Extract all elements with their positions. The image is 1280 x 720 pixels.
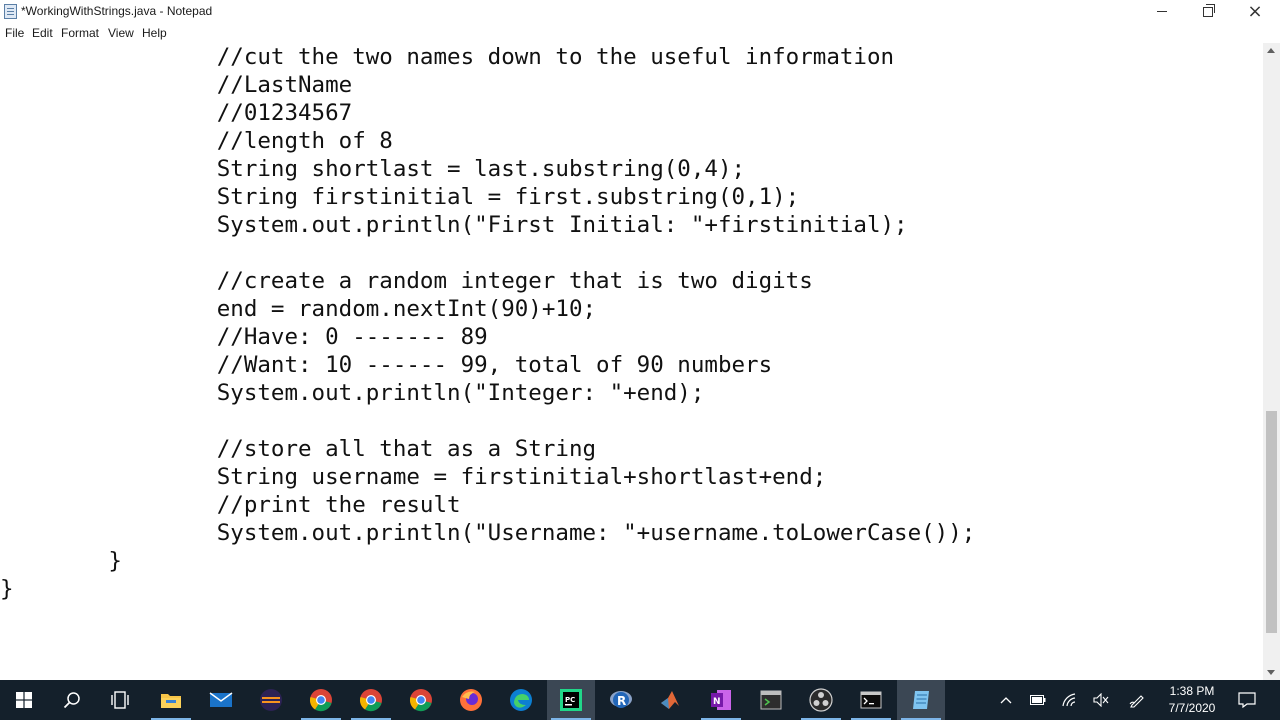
code-line: //create a random integer that is two di…: [0, 268, 813, 294]
scroll-up-arrow-icon[interactable]: [1267, 48, 1275, 53]
svg-text:PC: PC: [565, 696, 575, 704]
scroll-down-arrow-icon[interactable]: [1267, 670, 1275, 675]
network-status[interactable]: [1056, 680, 1084, 720]
start-button[interactable]: [0, 680, 48, 720]
obs-icon: [809, 688, 833, 712]
wifi-icon: [1062, 693, 1076, 707]
minimize-icon: [1157, 11, 1167, 12]
text-editor[interactable]: //cut the two names down to the useful i…: [0, 43, 1263, 680]
code-line: String shortlast = last.substring(0,4);: [0, 156, 746, 182]
code-line: //print the result: [0, 492, 461, 518]
taskbar-notepad[interactable]: [897, 680, 945, 720]
search-button[interactable]: [48, 680, 96, 720]
code-line: //LastName: [0, 72, 353, 98]
code-line: System.out.println("Integer: "+end);: [0, 380, 705, 406]
menu-edit[interactable]: Edit: [32, 26, 53, 40]
taskbar-onenote[interactable]: N: [697, 680, 745, 720]
notification-icon: [1238, 692, 1256, 708]
close-button[interactable]: ×: [1232, 0, 1278, 23]
taskbar-chrome-2[interactable]: [347, 680, 395, 720]
taskbar-file-explorer[interactable]: [147, 680, 195, 720]
battery-status[interactable]: [1024, 680, 1052, 720]
taskbar-chrome-1[interactable]: [297, 680, 345, 720]
clock[interactable]: 1:38 PM 7/7/2020: [1150, 683, 1234, 717]
clock-time: 1:38 PM: [1169, 684, 1215, 698]
volume-control[interactable]: [1087, 680, 1115, 720]
code-line: String firstinitial = first.substring(0,…: [0, 184, 800, 210]
file-explorer-icon: [161, 694, 181, 708]
svg-text:N: N: [713, 697, 721, 707]
window-title: *WorkingWithStrings.java - Notepad: [21, 4, 213, 18]
code-line: end = random.nextInt(90)+10;: [0, 296, 597, 322]
restore-icon: [1203, 3, 1215, 17]
command-prompt-icon: [860, 691, 882, 709]
chrome-icon: [359, 689, 382, 712]
r-icon: R: [610, 691, 632, 708]
chrome-icon: [409, 689, 432, 712]
code-line: //length of 8: [0, 128, 393, 154]
menu-help[interactable]: Help: [142, 26, 167, 40]
taskbar-matlab[interactable]: [647, 680, 695, 720]
search-icon: [63, 692, 80, 709]
code-line: //Have: 0 ------- 89: [0, 324, 488, 350]
taskbar-eclipse[interactable]: [247, 680, 295, 720]
code-line: //store all that as a String: [0, 436, 597, 462]
menu-file[interactable]: File: [5, 26, 24, 40]
windows-start-icon: [16, 692, 32, 708]
menu-format[interactable]: Format: [61, 26, 99, 40]
notepad-icon: [913, 691, 929, 709]
taskbar-chrome-3[interactable]: [397, 680, 445, 720]
action-center-button[interactable]: [1233, 680, 1261, 720]
clock-date: 7/7/2020: [1168, 701, 1216, 715]
code-line: //cut the two names down to the useful i…: [0, 44, 895, 70]
menu-view[interactable]: View: [108, 26, 134, 40]
taskbar: PC R N 1:38 PM 7/7/2020: [0, 680, 1280, 720]
code-line: System.out.println("Username: "+username…: [0, 520, 976, 546]
taskbar-pycharm[interactable]: PC: [547, 680, 595, 720]
notepad-app-icon: [4, 4, 17, 19]
taskbar-r[interactable]: R: [597, 680, 645, 720]
task-view-icon: [111, 691, 129, 709]
task-view-button[interactable]: [96, 680, 144, 720]
code-line: }: [0, 576, 14, 602]
pycharm-icon: PC: [560, 689, 582, 711]
vertical-scrollbar[interactable]: [1263, 43, 1280, 680]
taskbar-firefox[interactable]: [447, 680, 495, 720]
eclipse-icon: [260, 689, 282, 711]
taskbar-mail[interactable]: [197, 680, 245, 720]
title-bar: *WorkingWithStrings.java - Notepad ×: [0, 0, 1280, 23]
code-line: //Want: 10 ------ 99, total of 90 number…: [0, 352, 773, 378]
terminal-app-icon: [760, 690, 782, 710]
pen-workspace-button[interactable]: [1123, 680, 1151, 720]
edge-icon: [510, 689, 532, 711]
code-line: //01234567: [0, 100, 353, 126]
matlab-icon: [661, 691, 679, 709]
taskbar-command-prompt[interactable]: [847, 680, 895, 720]
code-line: System.out.println("First Initial: "+fir…: [0, 212, 908, 238]
taskbar-terminal-app[interactable]: [747, 680, 795, 720]
close-icon: ×: [1247, 1, 1263, 22]
mail-icon: [209, 692, 233, 707]
pen-icon: [1129, 695, 1144, 708]
show-hidden-icons-button[interactable]: [992, 680, 1020, 720]
volume-muted-icon: [1093, 693, 1109, 707]
code-line: String username = firstinitial+shortlast…: [0, 464, 827, 490]
firefox-icon: [460, 689, 482, 711]
minimize-button[interactable]: [1139, 0, 1185, 23]
onenote-icon: N: [711, 690, 731, 710]
taskbar-edge[interactable]: [497, 680, 545, 720]
taskbar-obs[interactable]: [797, 680, 845, 720]
chevron-up-icon: [1000, 697, 1012, 704]
restore-button[interactable]: [1185, 0, 1231, 23]
chrome-icon: [309, 689, 332, 712]
code-line: }: [0, 548, 122, 574]
battery-icon: [1030, 695, 1046, 705]
menu-bar: File Edit Format View Help: [0, 23, 1280, 43]
svg-text:R: R: [617, 694, 626, 708]
scrollbar-thumb[interactable]: [1266, 411, 1277, 633]
